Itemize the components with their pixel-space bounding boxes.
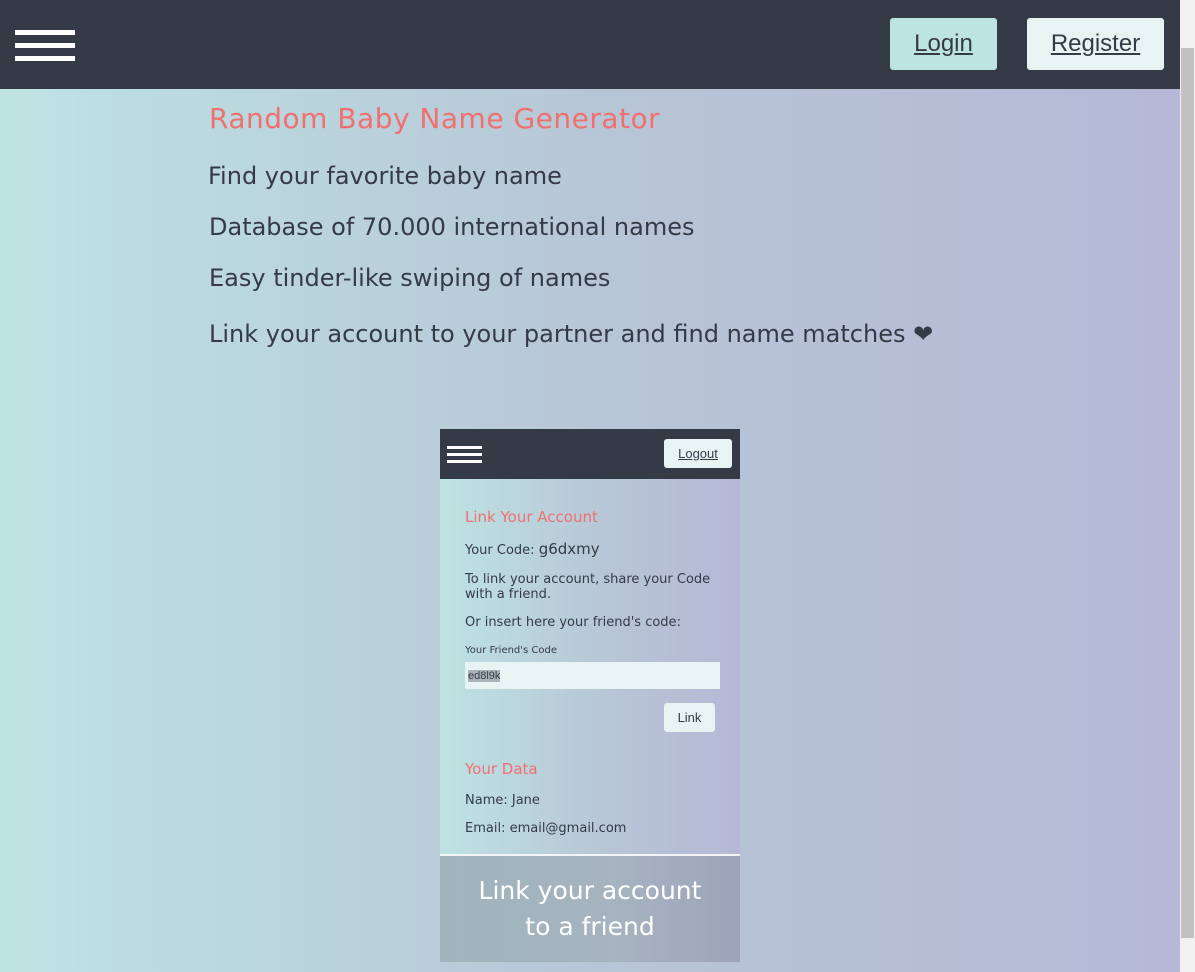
phone-caption-overlay: Link your account to a friend — [440, 856, 740, 962]
friend-code-input: ed8l9k — [465, 662, 720, 689]
register-button[interactable]: Register — [1027, 18, 1164, 70]
top-navbar: Login Register — [0, 0, 1180, 89]
insert-instructions: Or insert here your friend's code: — [465, 615, 681, 630]
scrollbar[interactable] — [1180, 0, 1195, 972]
menu-icon[interactable] — [15, 30, 75, 62]
phone-logout-button: Logout — [664, 439, 732, 468]
your-code-line: Your Code: g6dxmy — [465, 540, 600, 559]
your-code-value: g6dxmy — [538, 540, 600, 558]
phone-navbar: Logout — [440, 429, 740, 479]
friend-code-label: Your Friend's Code — [465, 645, 558, 656]
feature-favorite: Find your favorite baby name — [208, 162, 562, 190]
friend-code-value: ed8l9k — [468, 669, 501, 682]
feature-database: Database of 70.000 international names — [209, 213, 695, 241]
phone-caption: Link your account to a friend — [478, 876, 702, 941]
user-name: Name: Jane — [465, 793, 540, 808]
heart-icon: ❤ — [913, 320, 934, 348]
page-title: Random Baby Name Generator — [209, 102, 661, 135]
your-data-heading: Your Data — [465, 760, 538, 778]
feature-swiping: Easy tinder-like swiping of names — [209, 264, 611, 292]
phone-mockup: Logout Link Your Account Your Code: g6dx… — [440, 429, 740, 962]
share-instructions: To link your account, share your Code wi… — [465, 572, 711, 602]
user-email: Email: email@gmail.com — [465, 821, 627, 836]
scrollbar-thumb[interactable] — [1181, 48, 1194, 938]
phone-menu-icon — [447, 446, 482, 464]
link-account-heading: Link Your Account — [465, 508, 598, 526]
your-code-label: Your Code: — [465, 543, 539, 558]
login-button[interactable]: Login — [890, 18, 997, 70]
phone-link-button: Link — [664, 703, 715, 732]
feature-link-partner-text: Link your account to your partner and fi… — [209, 320, 906, 348]
feature-link-partner: Link your account to your partner and fi… — [209, 320, 933, 348]
